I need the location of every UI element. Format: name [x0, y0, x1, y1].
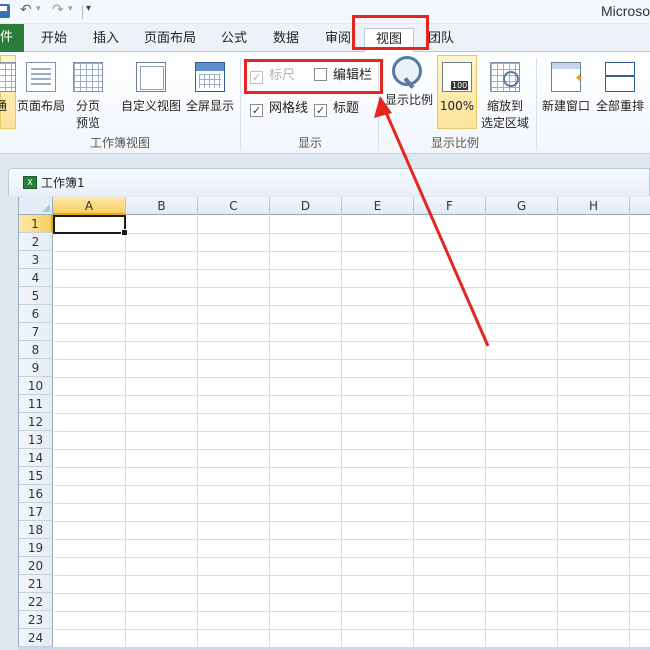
annotation-arrow [374, 96, 490, 347]
